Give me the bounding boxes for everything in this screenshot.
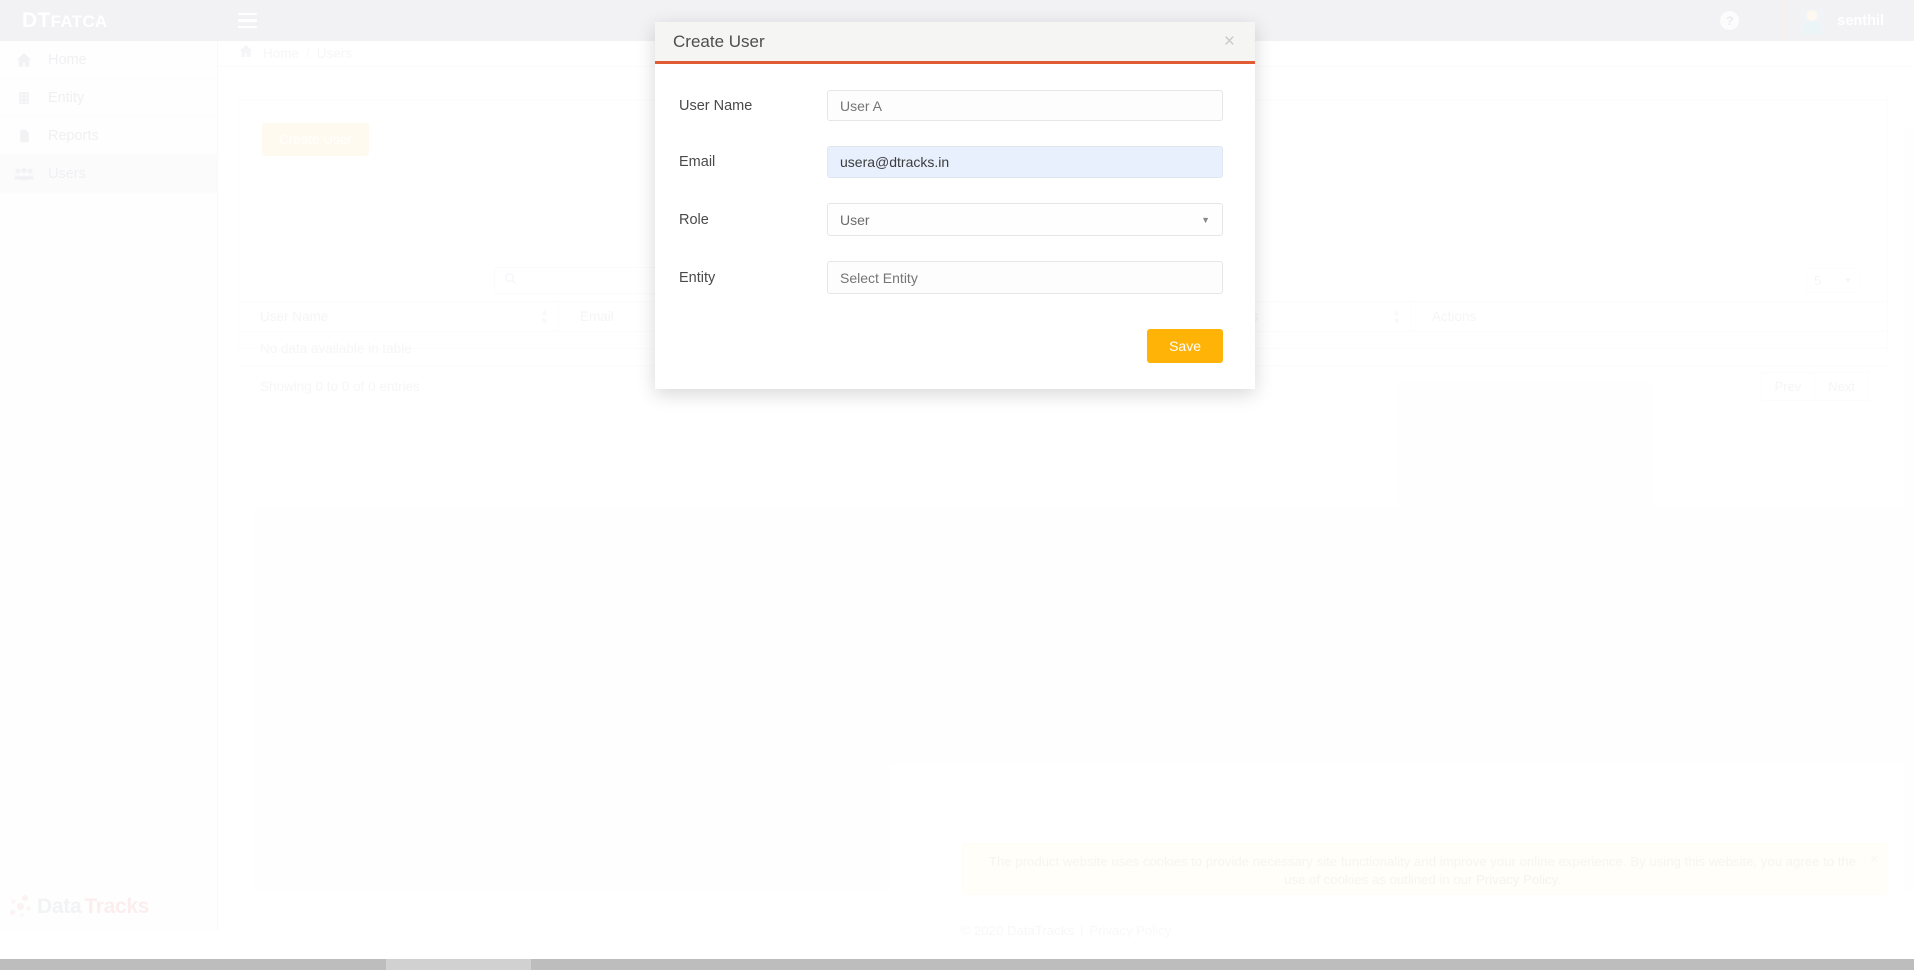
role-select[interactable]: User ▼ (827, 203, 1223, 236)
modal-title: Create User (673, 31, 765, 51)
field-control-user-name (827, 90, 1223, 121)
field-control-email (827, 146, 1223, 178)
form-row-email: Email (679, 146, 1223, 178)
field-label-role: Role (679, 211, 709, 228)
form-row-entity: Entity (679, 261, 1223, 294)
user-name-input[interactable] (827, 90, 1223, 121)
field-control-role: User ▼ (827, 203, 1223, 236)
form-row-role: Role User ▼ (679, 203, 1223, 236)
chevron-down-icon: ▼ (1201, 214, 1210, 225)
entity-input[interactable] (827, 261, 1223, 294)
field-label-entity: Entity (679, 269, 716, 286)
app-root: DTFATCA ? senthil Home Entity (0, 0, 1914, 970)
create-user-modal: Create User × User Name Email Role (655, 22, 1255, 389)
email-input[interactable] (827, 146, 1223, 178)
close-icon[interactable]: × (1220, 30, 1239, 53)
field-label-user-name: User Name (679, 97, 753, 114)
modal-header: Create User × (655, 22, 1255, 64)
form-row-user-name: User Name (679, 90, 1223, 121)
role-select-value: User (840, 211, 870, 228)
modal-footer: Save (655, 323, 1255, 389)
modal-body: User Name Email Role User ▼ (655, 64, 1255, 323)
save-button[interactable]: Save (1147, 329, 1223, 363)
field-label-email: Email (679, 154, 716, 170)
field-control-entity (827, 261, 1223, 294)
